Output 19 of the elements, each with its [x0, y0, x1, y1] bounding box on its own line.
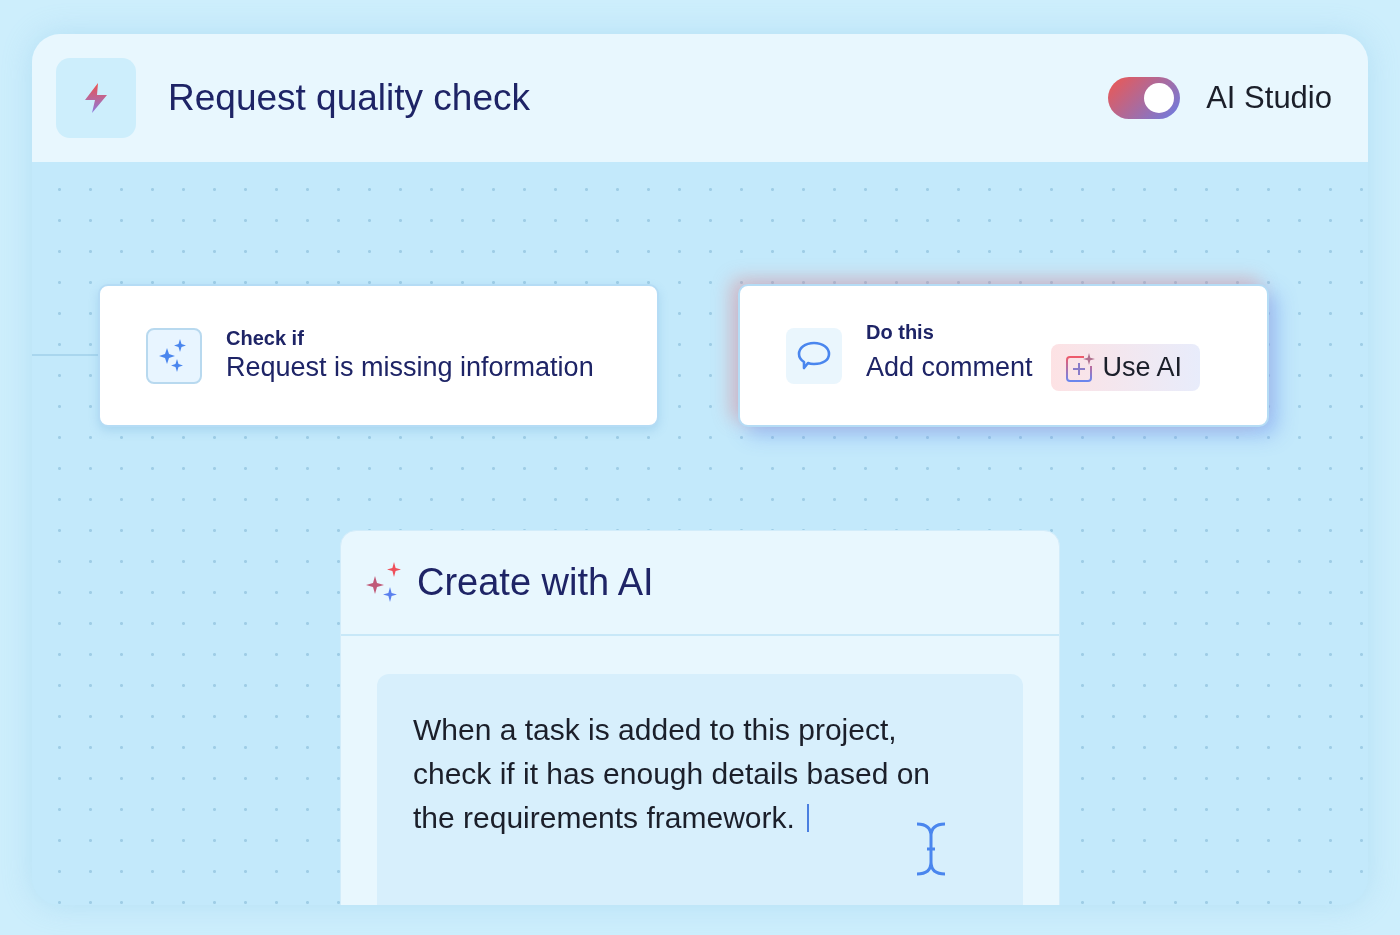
action-card[interactable]: Do this Add comment Use AI — [738, 284, 1269, 427]
toggle-switch[interactable] — [1108, 77, 1181, 119]
node-label: Check if — [226, 325, 305, 350]
speech-bubble-icon — [797, 340, 831, 371]
prompt-text: When a task is added to this project, check if it has enough details based on the requirements framework. — [413, 712, 932, 836]
text-caret — [806, 804, 809, 832]
prompt-input[interactable]: When a task is added to this project, check if it has enough details based on the requirements framework. — [377, 674, 1023, 905]
page-title: Request quality check — [168, 76, 530, 121]
panel-title: Create with AI — [417, 560, 654, 605]
node-title: Request is missing information — [226, 350, 594, 384]
node-title: Add comment — [866, 350, 1033, 384]
text-cursor-icon — [915, 822, 947, 876]
lightning-icon — [83, 83, 109, 113]
sparkle-icon — [159, 338, 189, 373]
toggle-label: AI Studio — [1206, 78, 1332, 117]
use-ai-button[interactable]: Use AI — [1050, 344, 1201, 391]
add-sparkle-icon — [1064, 352, 1095, 383]
node-label: Do this — [866, 320, 935, 344]
condition-card[interactable]: Check if Request is missing information — [98, 284, 659, 427]
